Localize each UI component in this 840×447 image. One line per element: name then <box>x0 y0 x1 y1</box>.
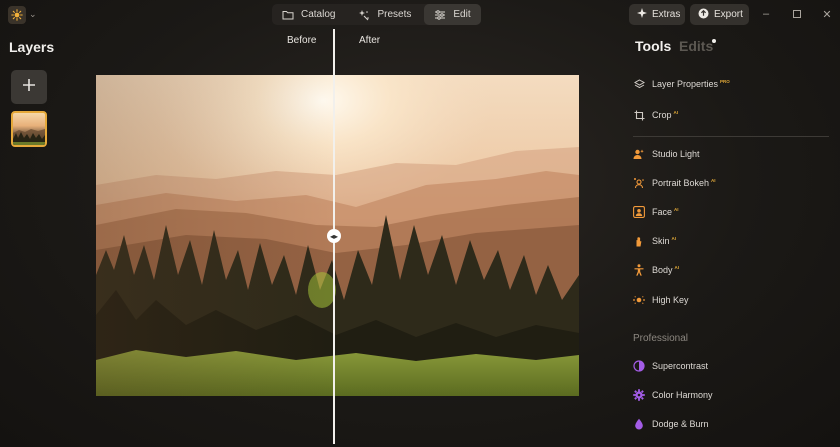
face-icon <box>633 206 645 218</box>
before-label: Before <box>287 35 317 46</box>
tools-divider <box>633 136 829 137</box>
tool-high-key[interactable]: High Key <box>633 291 691 309</box>
maximize-icon[interactable] <box>790 6 804 22</box>
tool-layer-properties[interactable]: Layer Properties PRO <box>633 75 730 93</box>
tab-catalog[interactable]: Catalog <box>272 4 345 25</box>
tab-catalog-label: Catalog <box>301 9 336 20</box>
section-heading-professional: Professional <box>633 333 689 344</box>
drag-arrows-icon: ◂▸ <box>329 231 339 241</box>
pro-badge: PRO <box>720 79 730 84</box>
plus-icon <box>22 78 36 97</box>
sliders-icon <box>434 9 446 20</box>
folder-icon <box>282 10 294 20</box>
ai-badge: AI <box>674 265 680 270</box>
export-arrow-icon <box>698 8 709 22</box>
close-icon[interactable]: ✕ <box>820 6 834 22</box>
tool-dodge-burn[interactable]: Dodge & Burn <box>633 415 711 433</box>
tool-crop[interactable]: Crop AI <box>633 106 678 124</box>
tool-portrait-bokeh[interactable]: Portrait Bokeh AI <box>633 174 716 192</box>
minimize-icon[interactable]: – <box>759 6 773 22</box>
tab-edit-label: Edit <box>453 9 471 20</box>
layers-icon <box>633 78 645 90</box>
tool-supercontrast[interactable]: Supercontrast <box>633 357 710 375</box>
body-icon <box>633 264 645 276</box>
ai-badge: AI <box>671 236 677 241</box>
extras-button[interactable]: Extras <box>629 4 685 25</box>
tool-label: Portrait Bokeh <box>652 178 710 188</box>
top-bar: ⌄ Catalog Presets Edit Extras Export – ✕ <box>0 0 840 30</box>
after-label: After <box>359 35 381 46</box>
tab-presets-label: Presets <box>377 9 412 20</box>
skin-hand-icon <box>633 235 645 247</box>
dodge-burn-drop-icon <box>633 418 645 430</box>
ai-badge: AI <box>711 178 716 183</box>
color-harmony-gear-icon <box>633 389 645 401</box>
layer-thumbnail[interactable] <box>11 111 47 147</box>
tab-edits[interactable]: Edits <box>679 38 713 54</box>
tab-edit[interactable]: Edit <box>424 4 481 25</box>
portrait-bokeh-icon <box>633 177 645 189</box>
tool-label: Crop <box>652 110 672 120</box>
add-layer-button[interactable] <box>11 70 47 104</box>
tool-label: Supercontrast <box>652 361 709 371</box>
studio-light-icon <box>633 148 645 160</box>
tool-label: Body <box>652 265 673 275</box>
tool-skin[interactable]: Skin AI <box>633 232 676 250</box>
tool-label: Layer Properties <box>652 79 719 89</box>
tool-label: Studio Light <box>652 149 700 159</box>
ai-badge: AI <box>673 110 679 115</box>
sparkle-icon <box>637 8 647 21</box>
app-logo-icon <box>8 6 26 24</box>
supercontrast-icon <box>633 360 645 372</box>
edits-indicator-dot <box>712 39 716 43</box>
tab-presets[interactable]: Presets <box>348 4 421 25</box>
app-menu-button[interactable]: ⌄ <box>8 5 40 25</box>
split-drag-handle[interactable]: ◂▸ <box>327 229 341 243</box>
tool-color-harmony[interactable]: Color Harmony <box>633 386 715 404</box>
tab-tools[interactable]: Tools <box>635 38 671 54</box>
tool-face[interactable]: Face AI <box>633 203 679 221</box>
chevron-down-icon: ⌄ <box>29 10 37 20</box>
tool-body[interactable]: Body AI <box>633 261 679 279</box>
tool-label: Color Harmony <box>652 390 713 400</box>
tool-label: Skin <box>652 236 670 246</box>
export-label: Export <box>714 9 743 20</box>
sparkle-wand-icon <box>358 9 370 21</box>
mode-tabs: Catalog Presets Edit <box>272 4 481 25</box>
tool-label: Face <box>652 207 673 217</box>
export-button[interactable]: Export <box>690 4 749 25</box>
layers-title: Layers <box>9 39 55 55</box>
ai-badge: AI <box>674 207 679 212</box>
crop-icon <box>633 109 645 121</box>
tool-studio-light[interactable]: Studio Light <box>633 145 702 163</box>
tool-label: High Key <box>652 295 689 305</box>
high-key-icon <box>633 294 645 306</box>
tool-label: Dodge & Burn <box>652 419 709 429</box>
extras-label: Extras <box>652 9 681 20</box>
